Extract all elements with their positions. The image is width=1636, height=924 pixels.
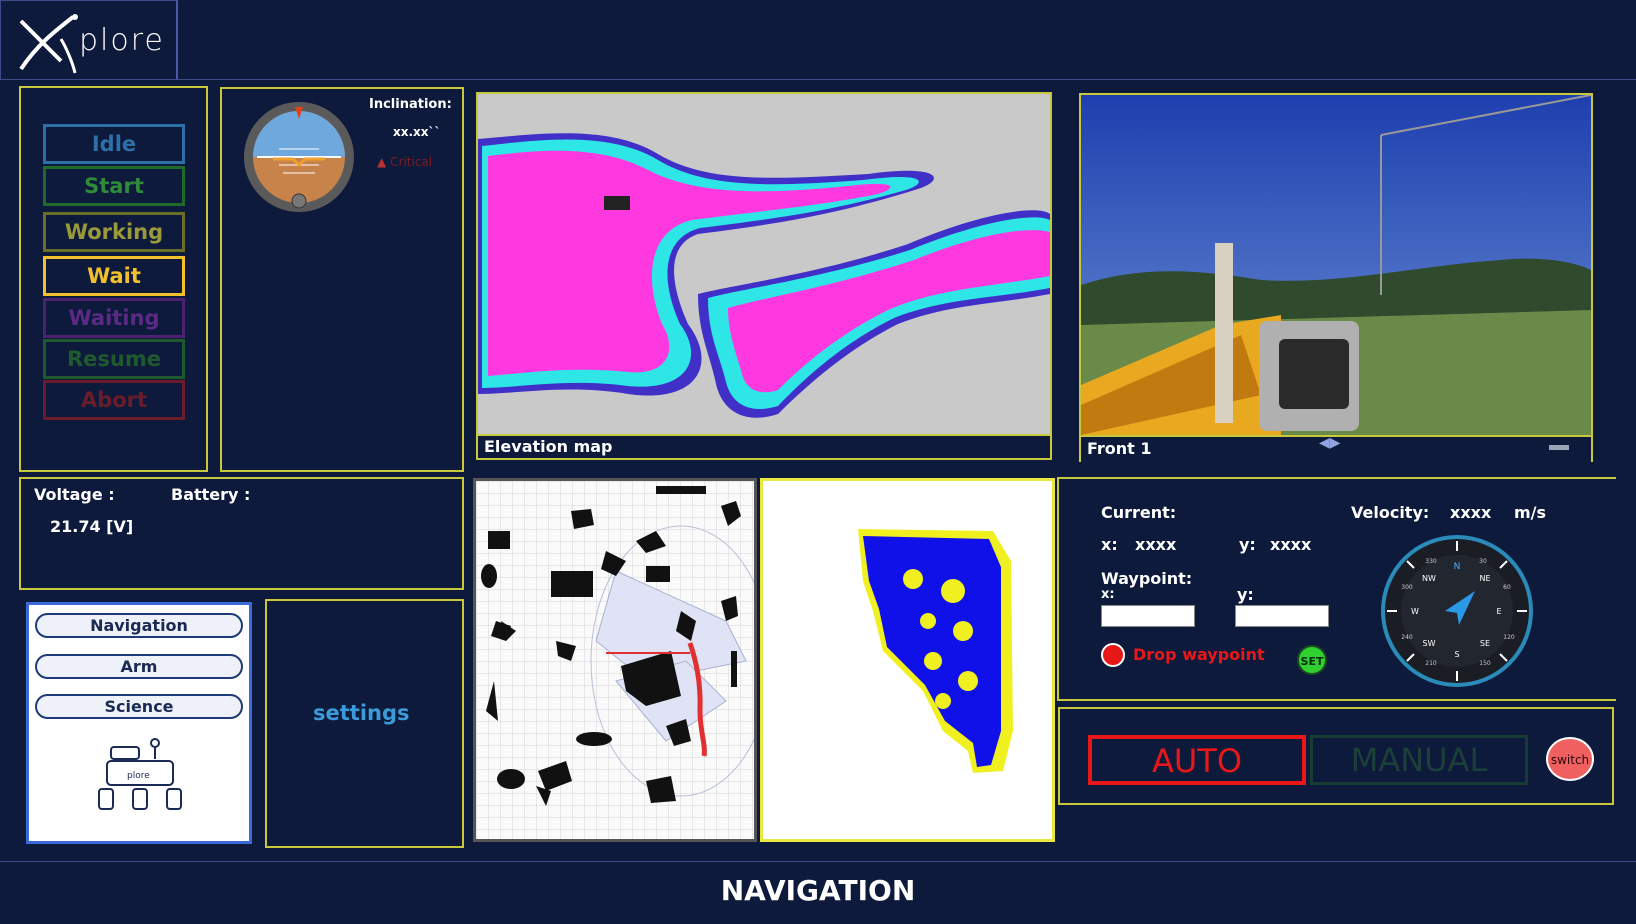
y-value: xxxx [1270, 535, 1312, 554]
x-value: xxxx [1135, 535, 1177, 554]
velocity-unit: m/s [1514, 503, 1547, 522]
camera-caption-bar: Front 1 ◀▶ [1081, 435, 1591, 462]
compass-tick-120: 120 [1503, 634, 1515, 641]
velocity-label: Velocity: [1351, 503, 1430, 522]
rover-logo-text: plore [127, 771, 150, 781]
current-label: Current: [1101, 503, 1177, 522]
state-button-resume[interactable]: Resume [43, 339, 185, 379]
occupancy-map [760, 478, 1055, 842]
compass-south: S [1454, 650, 1459, 659]
compass-nw: NW [1422, 574, 1436, 583]
compass-ne: NE [1479, 574, 1490, 583]
state-button-working[interactable]: Working [43, 212, 185, 252]
navigation-button[interactable]: Navigation [35, 613, 243, 638]
drop-waypoint-indicator-icon[interactable] [1101, 643, 1125, 667]
compass-tick-60: 60 [1503, 584, 1511, 591]
logo-text: plore [79, 23, 165, 58]
mode-panel: AUTO MANUAL switch [1058, 707, 1614, 805]
elevation-caption: Elevation map [478, 434, 1050, 458]
manual-mode-button[interactable]: MANUAL [1310, 735, 1528, 785]
arm-button[interactable]: Arm [35, 654, 243, 679]
drop-waypoint-label[interactable]: Drop waypoint [1133, 645, 1265, 664]
waypoint-y-label: y: [1237, 585, 1254, 604]
elevation-panel: Elevation map [476, 92, 1052, 460]
inclination-label: Inclination: [369, 97, 452, 112]
compass-se: SE [1480, 639, 1490, 648]
position-panel: Current: x: xxxx y: xxxx Velocity: xxxx … [1057, 477, 1616, 701]
state-button-idle[interactable]: Idle [43, 124, 185, 164]
rover-icon: plore [98, 738, 182, 810]
obstacle-map [473, 478, 772, 842]
compass-east: E [1496, 607, 1501, 616]
footer-bar: NAVIGATION [0, 861, 1636, 924]
state-button-waiting[interactable]: Waiting [43, 298, 185, 338]
occupancy-map-image [858, 529, 1013, 773]
settings-panel[interactable]: settings [265, 599, 464, 848]
compass-tick-30: 30 [1479, 558, 1487, 565]
battery-label: Battery : [171, 485, 251, 504]
y-label: y: [1239, 535, 1256, 554]
inclination-value: xx.xx`` [393, 125, 441, 139]
elevation-map-image [478, 94, 1050, 434]
camera-panel: Front 1 ◀▶ [1079, 93, 1593, 462]
x-label: x: [1101, 535, 1118, 554]
power-panel: Voltage : 21.74 [V] Battery : [19, 477, 464, 590]
state-button-wait[interactable]: Wait [43, 256, 185, 296]
critical-warning: ▲ Critical [377, 155, 432, 169]
voltage-label: Voltage : [34, 485, 115, 504]
set-button[interactable]: SET [1297, 645, 1327, 675]
compass-tick-150: 150 [1479, 660, 1491, 667]
warning-icon: ▲ [377, 155, 387, 169]
attitude-indicator-icon [244, 102, 354, 212]
waypoint-y-field[interactable] [1235, 605, 1329, 627]
waypoint-label: Waypoint: [1101, 569, 1193, 588]
critical-label: Critical [390, 155, 433, 169]
compass-tick-210: 210 [1425, 660, 1437, 667]
compass-north: N [1454, 562, 1461, 572]
camera-feed-image [1081, 95, 1591, 435]
camera-switch-arrows-icon[interactable]: ◀▶ [1319, 435, 1341, 451]
settings-label[interactable]: settings [313, 701, 410, 725]
state-button-start[interactable]: Start [43, 166, 185, 206]
waypoint-x-field[interactable] [1101, 605, 1195, 627]
compass-tick-240: 240 [1401, 634, 1413, 641]
compass-sw: SW [1423, 639, 1436, 648]
science-button[interactable]: Science [35, 694, 243, 719]
nav-menu-panel: Navigation Arm Science plore [26, 602, 252, 844]
state-panel: Idle Start Working Wait Waiting Resume Abort [19, 86, 208, 472]
auto-mode-button[interactable]: AUTO [1088, 735, 1306, 785]
compass-icon: N NE E SE S SW W NW 30 60 120 150 210 24… [1381, 535, 1533, 687]
page-title: NAVIGATION [720, 874, 916, 907]
state-button-abort[interactable]: Abort [43, 380, 185, 420]
compass-tick-300: 300 [1401, 584, 1413, 591]
velocity-value: xxxx [1450, 503, 1492, 522]
minimize-icon[interactable] [1549, 445, 1569, 450]
waypoint-x-label: x: [1101, 587, 1115, 602]
inclination-panel: Inclination: xx.xx`` ▲ Critical [220, 87, 464, 472]
logo: plore [0, 0, 178, 80]
switch-button[interactable]: switch [1546, 737, 1594, 781]
obstacle-map-image [476, 481, 772, 839]
header-bar [0, 0, 1636, 80]
camera-caption: Front 1 [1087, 439, 1152, 458]
voltage-value: 21.74 [V] [50, 517, 134, 536]
compass-west: W [1411, 607, 1419, 616]
compass-tick-330: 330 [1425, 558, 1437, 565]
